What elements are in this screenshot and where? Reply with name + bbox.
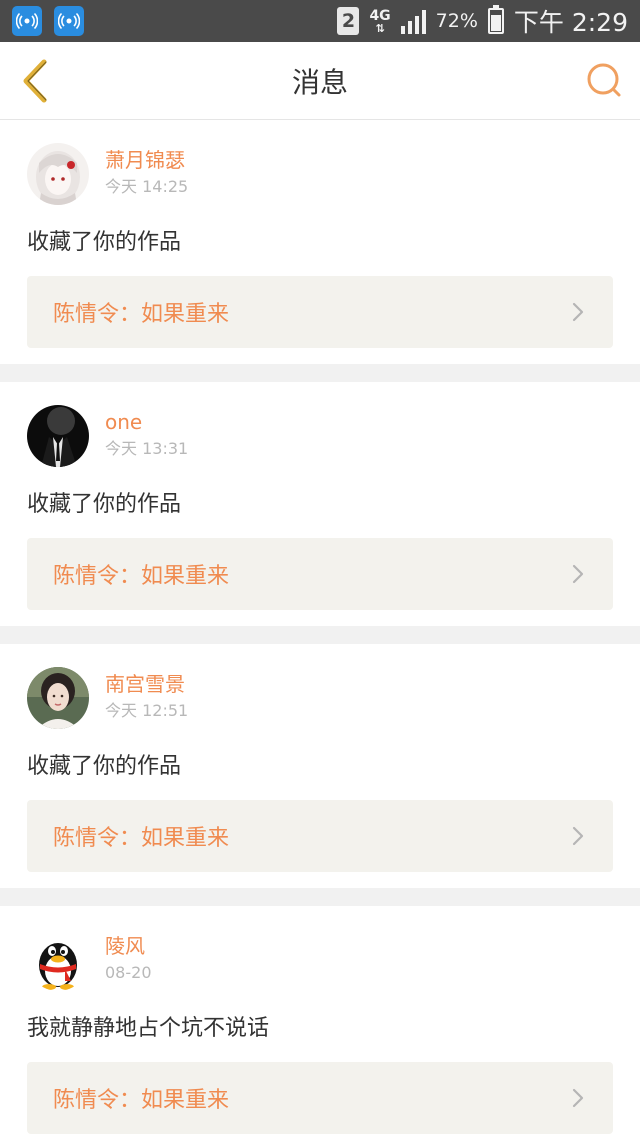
username[interactable]: 南宫雪景 — [105, 671, 188, 697]
qq-penguin-avatar — [27, 929, 89, 991]
system-indicators: 2 4G ⇅ 72% 下午 2:29 — [337, 3, 628, 39]
message-card: one 今天 13:31 收藏了你的作品 陈情令：如果重来 — [0, 382, 640, 626]
network-indicator: 4G ⇅ — [369, 9, 390, 34]
nav-bar: 消息 — [0, 42, 640, 120]
sim-indicator: 2 — [337, 7, 360, 35]
timestamp: 今天 13:31 — [105, 439, 189, 458]
work-title: 陈情令：如果重来 — [53, 564, 230, 589]
search-icon — [587, 63, 621, 97]
message-header: 萧月锦瑟 今天 14:25 — [27, 143, 613, 212]
avatar[interactable] — [27, 667, 89, 729]
timestamp: 今天 14:25 — [105, 177, 189, 196]
message-card: 南宫雪景 今天 12:51 收藏了你的作品 陈情令：如果重来 — [0, 644, 640, 888]
avatar[interactable] — [27, 405, 89, 467]
work-link[interactable]: 陈情令：如果重来 — [27, 1062, 613, 1134]
avatar[interactable] — [27, 143, 89, 205]
username[interactable]: one — [105, 409, 188, 435]
work-title: 陈情令：如果重来 — [53, 302, 230, 327]
wifi-hotspot-icon — [54, 6, 84, 36]
message-text: 收藏了你的作品 — [27, 230, 182, 255]
data-arrows-icon: ⇅ — [375, 21, 385, 35]
dark-suit-avatar — [27, 405, 89, 467]
message-header: 陵风 08-20 — [27, 929, 613, 998]
back-button[interactable] — [14, 56, 54, 106]
clock: 下午 2:29 — [513, 8, 628, 37]
chevron-right-icon — [572, 564, 584, 584]
message-card: 陵风 08-20 我就静静地占个坑不说话 陈情令：如果重来 — [0, 906, 640, 1138]
work-title: 陈情令：如果重来 — [53, 826, 230, 851]
anime-girl-avatar — [27, 143, 89, 205]
search-button[interactable] — [584, 60, 624, 100]
work-link[interactable]: 陈情令：如果重来 — [27, 538, 613, 610]
message-text: 收藏了你的作品 — [27, 492, 182, 517]
message-header: 南宫雪景 今天 12:51 — [27, 667, 613, 736]
avatar[interactable] — [27, 929, 89, 991]
signal-icon — [400, 8, 426, 34]
back-chevron-icon — [23, 59, 47, 103]
page-title: 消息 — [291, 65, 348, 99]
message-text: 收藏了你的作品 — [27, 754, 182, 779]
chevron-right-icon — [572, 826, 584, 846]
username[interactable]: 萧月锦瑟 — [105, 147, 188, 173]
battery-percent: 72% — [435, 10, 478, 32]
chevron-right-icon — [572, 1088, 584, 1108]
woman-portrait-avatar — [27, 667, 89, 729]
message-header: one 今天 13:31 — [27, 405, 613, 474]
work-title: 陈情令：如果重来 — [53, 1088, 230, 1113]
work-link[interactable]: 陈情令：如果重来 — [27, 276, 613, 348]
timestamp: 今天 12:51 — [105, 701, 189, 720]
network-type: 4G — [369, 7, 391, 24]
battery-icon — [487, 5, 504, 34]
message-text: 我就静静地占个坑不说话 — [27, 1016, 270, 1041]
work-link[interactable]: 陈情令：如果重来 — [27, 800, 613, 872]
chevron-right-icon — [572, 302, 584, 322]
notification-icons — [12, 6, 84, 36]
timestamp: 08-20 — [105, 963, 152, 982]
wifi-hotspot-icon — [12, 6, 42, 36]
message-list: 萧月锦瑟 今天 14:25 收藏了你的作品 陈情令：如果重来 one 今天 13… — [0, 120, 640, 1138]
message-card: 萧月锦瑟 今天 14:25 收藏了你的作品 陈情令：如果重来 — [0, 120, 640, 364]
status-bar: 2 4G ⇅ 72% 下午 2:29 — [0, 0, 640, 42]
username[interactable]: 陵风 — [105, 933, 152, 959]
